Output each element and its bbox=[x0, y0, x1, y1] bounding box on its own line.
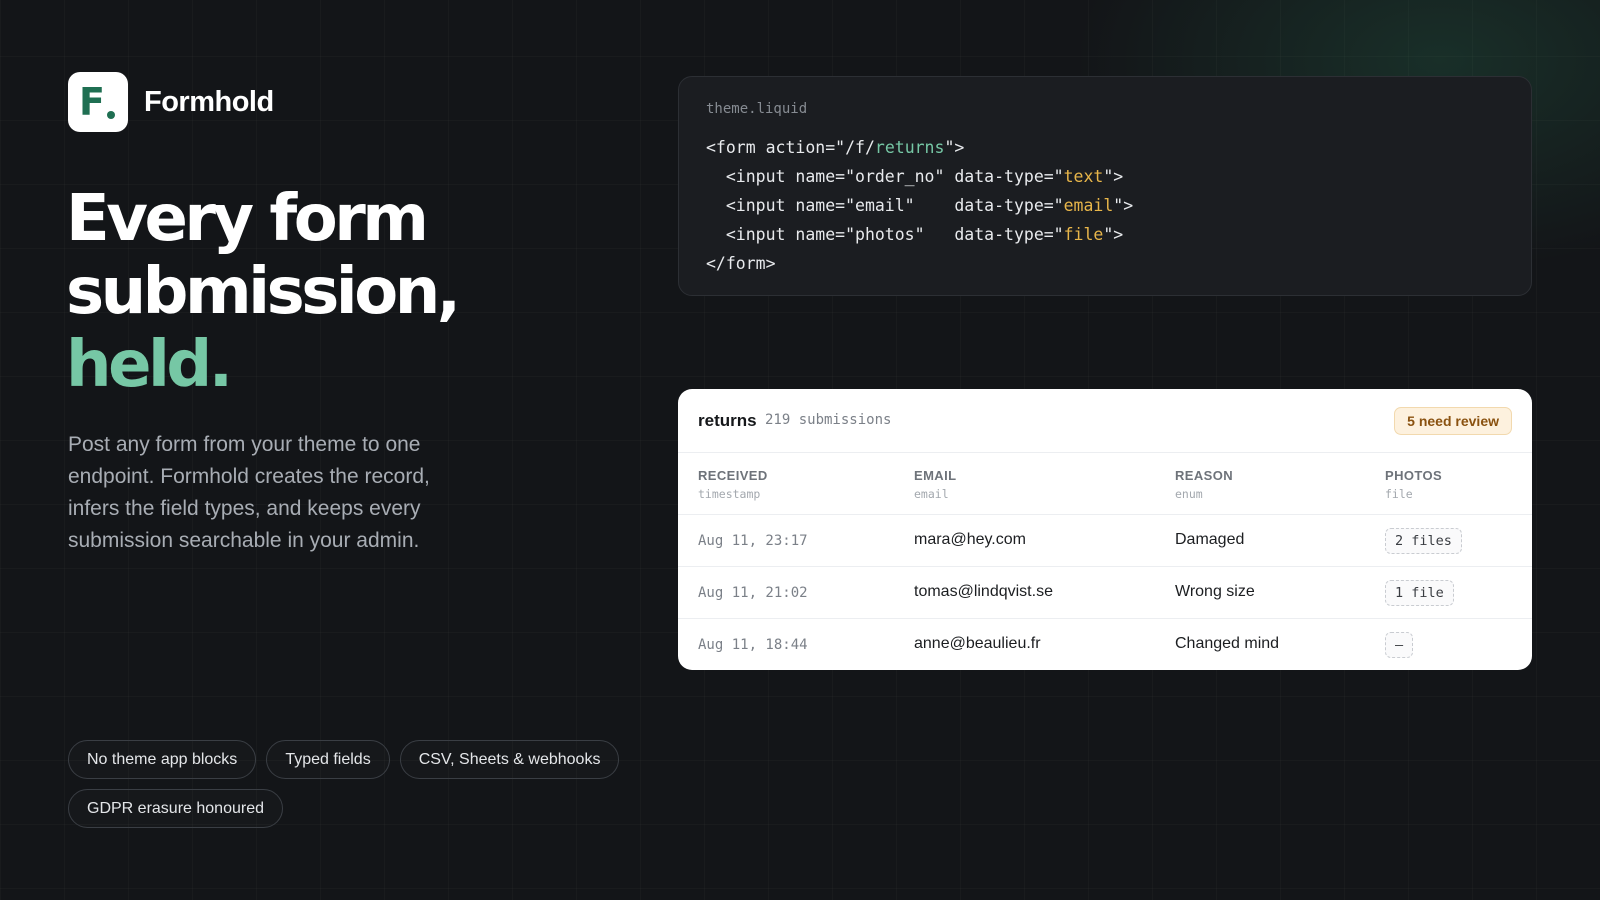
feature-pill: GDPR erasure honoured bbox=[68, 789, 283, 828]
column-header-received[interactable]: RECEIVED bbox=[698, 468, 768, 483]
code-block: <form action="/f/returns"> <input name="… bbox=[706, 133, 1133, 278]
code-line: </form> bbox=[706, 249, 1133, 278]
cell-received: Aug 11, 23:17 bbox=[698, 533, 808, 549]
hero-headline: Every form submission, held. bbox=[66, 182, 461, 402]
code-line: <input name="photos" data-type="file"> bbox=[706, 220, 1133, 249]
photos-chip[interactable]: 1 file bbox=[1385, 580, 1454, 606]
column-header-reason[interactable]: REASON bbox=[1175, 468, 1233, 483]
column-header-photos[interactable]: PHOTOS bbox=[1385, 468, 1442, 483]
feature-pill: No theme app blocks bbox=[68, 740, 257, 779]
headline-accent: held. bbox=[66, 328, 233, 402]
column-type-photos: file bbox=[1385, 487, 1413, 501]
code-token: "> bbox=[944, 138, 965, 157]
column-type-received: timestamp bbox=[698, 487, 761, 501]
code-token: <input name="email" data-type=" bbox=[706, 196, 1064, 215]
column-header-email[interactable]: EMAIL bbox=[914, 468, 956, 483]
table-row[interactable]: Aug 11, 23:17 mara@hey.com Damaged 2 fil… bbox=[678, 515, 1532, 567]
submission-count: 219 submissions bbox=[765, 412, 892, 428]
brand[interactable]: F Formhold bbox=[68, 72, 274, 132]
cell-received: Aug 11, 18:44 bbox=[698, 637, 808, 653]
code-token-path: returns bbox=[874, 138, 945, 157]
feature-pill: CSV, Sheets & webhooks bbox=[399, 740, 620, 779]
code-token-type: text bbox=[1063, 167, 1104, 186]
feature-pills: No theme app blocks Typed fields CSV, Sh… bbox=[68, 740, 668, 828]
brand-name: Formhold bbox=[144, 85, 274, 118]
code-token: <form action="/f/ bbox=[706, 138, 875, 157]
cell-reason: Damaged bbox=[1175, 531, 1245, 548]
code-filename: theme.liquid bbox=[706, 101, 808, 117]
code-token: "> bbox=[1103, 167, 1124, 186]
logo-letter: F bbox=[79, 80, 105, 124]
code-line: <input name="order_no" data-type="text"> bbox=[706, 162, 1133, 191]
code-token: "> bbox=[1113, 196, 1134, 215]
hero-lede: Post any form from your theme to one end… bbox=[68, 433, 430, 552]
headline-line-1: Every form bbox=[66, 182, 429, 256]
code-line: <form action="/f/returns"> bbox=[706, 133, 1133, 162]
table-row[interactable]: Aug 11, 21:02 tomas@lindqvist.se Wrong s… bbox=[678, 567, 1532, 619]
cell-received: Aug 11, 21:02 bbox=[698, 585, 808, 601]
cell-email: anne@beaulieu.fr bbox=[914, 635, 1041, 652]
code-token-type: file bbox=[1063, 225, 1104, 244]
column-type-reason: enum bbox=[1175, 487, 1203, 501]
code-token: <input name="photos" data-type=" bbox=[706, 225, 1064, 244]
code-token: </form> bbox=[706, 254, 776, 273]
headline-line-2: submission, bbox=[66, 255, 461, 329]
cell-email: mara@hey.com bbox=[914, 531, 1026, 548]
submissions-table-card: returns 219 submissions 5 need review RE… bbox=[678, 389, 1532, 670]
code-token: <input name="order_no" data-type=" bbox=[706, 167, 1064, 186]
code-line: <input name="email" data-type="email"> bbox=[706, 191, 1133, 220]
code-token-type: email bbox=[1063, 196, 1114, 215]
table-column-headers: RECEIVED timestamp EMAIL email REASON en… bbox=[678, 453, 1532, 515]
table-header-bar: returns 219 submissions 5 need review bbox=[678, 389, 1532, 453]
table-row[interactable]: Aug 11, 18:44 anne@beaulieu.fr Changed m… bbox=[678, 619, 1532, 670]
code-token: "> bbox=[1103, 225, 1124, 244]
cell-email: tomas@lindqvist.se bbox=[914, 583, 1053, 600]
feature-pill: Typed fields bbox=[266, 740, 390, 779]
review-badge[interactable]: 5 need review bbox=[1394, 407, 1512, 435]
cell-reason: Changed mind bbox=[1175, 635, 1280, 652]
form-name[interactable]: returns bbox=[698, 411, 757, 431]
cell-reason: Wrong size bbox=[1175, 583, 1255, 600]
logo-dot bbox=[107, 111, 115, 119]
code-snippet-card: theme.liquid <form action="/f/returns"> … bbox=[678, 76, 1532, 296]
column-type-email: email bbox=[914, 487, 949, 501]
photos-chip[interactable]: – bbox=[1385, 632, 1414, 658]
formhold-logo-icon: F bbox=[68, 72, 128, 132]
photos-chip[interactable]: 2 files bbox=[1385, 528, 1462, 554]
